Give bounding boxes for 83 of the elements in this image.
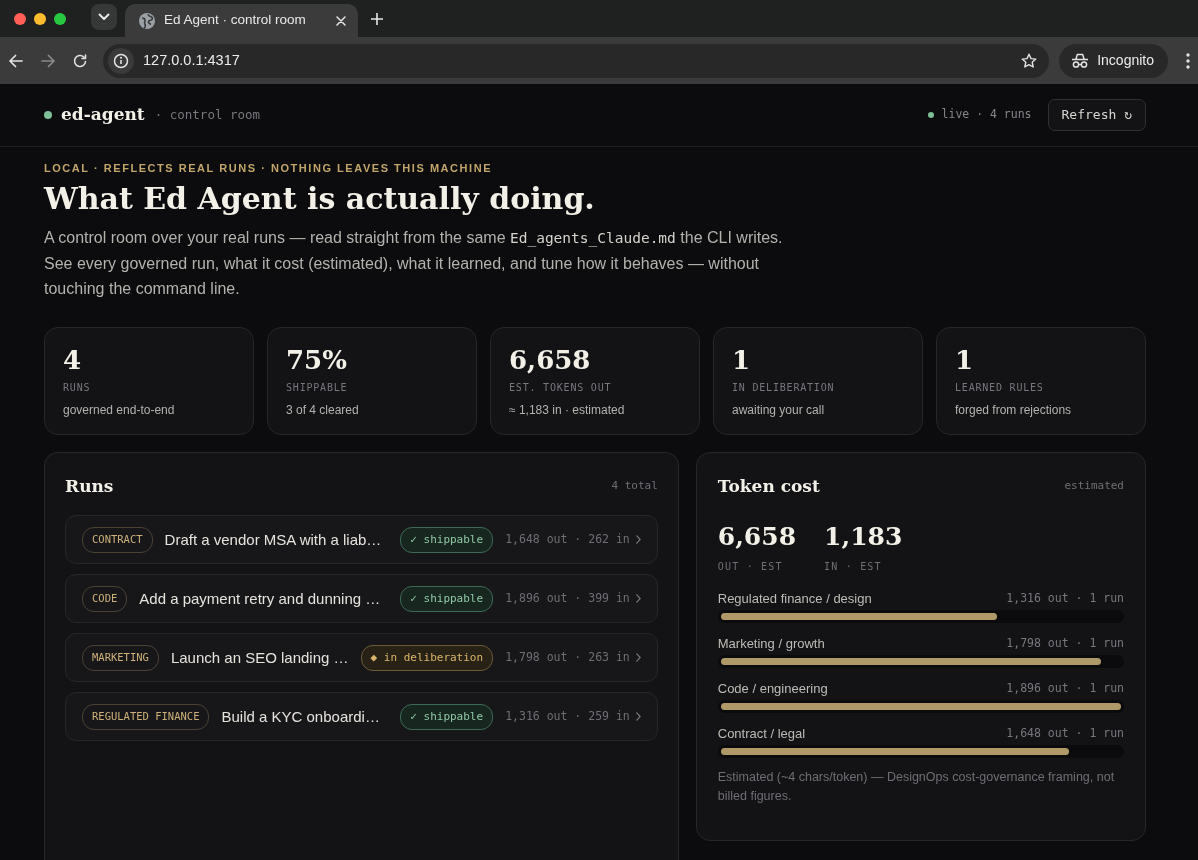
- chevron-right-icon: [635, 653, 641, 663]
- stat-note: 3 of 4 cleared: [286, 402, 360, 420]
- category-reading: 1,896 out · 1 run: [1006, 679, 1124, 697]
- incognito-icon: [1071, 52, 1090, 69]
- info-icon[interactable]: [108, 47, 134, 74]
- tab-list-button[interactable]: [91, 4, 117, 30]
- intro-paragraph: A control room over your real runs — read straight from the same Ed_agents_Claude.md the CLI writes. See every governed run, what it cost (estimated), what it learned, and tune how it behaves — without touching the command line.: [44, 228, 784, 299]
- token-count: 1,648 out · 262 in: [505, 531, 630, 549]
- token-count: 1,896 out · 399 in: [505, 590, 630, 608]
- category-tag: CONTRACT: [82, 527, 153, 553]
- status-pill: ◆ in deliberation: [360, 644, 494, 672]
- back-arrow-icon[interactable]: [9, 53, 23, 68]
- category-name: Contract / legal: [717, 724, 806, 743]
- category-reading: 1,798 out · 1 run: [1006, 634, 1124, 652]
- run-row[interactable]: CONTRACT Draft a vendor MSA with a liab… ✓ shippable 1,648 out · 262 in: [65, 515, 658, 565]
- run-title: Add a payment retry and dunning …: [139, 588, 382, 609]
- category-name: Code / engineering: [717, 679, 828, 698]
- category-tag: CODE: [82, 586, 128, 612]
- chevron-right-icon: [635, 535, 641, 545]
- new-tab-icon[interactable]: [371, 12, 383, 25]
- url-text: 127.0.0.1:4317: [142, 50, 241, 70]
- address-bar[interactable]: 127.0.0.1:4317: [103, 43, 1050, 78]
- run-row[interactable]: MARKETING Launch an SEO landing … ◆ in deliberation 1,798 out · 263 in: [65, 633, 658, 683]
- category-reading: 1,648 out · 1 run: [1006, 724, 1124, 742]
- stat-label: EST. TOKENS OUT: [509, 381, 613, 396]
- run-title: Build a KYC onboardi…: [221, 706, 381, 727]
- stat-label: IN DELIBERATION: [732, 381, 836, 396]
- window-close-icon[interactable]: [14, 12, 26, 25]
- token-count: 1,316 out · 259 in: [505, 708, 630, 726]
- category-name: Regulated finance / design: [717, 589, 872, 608]
- refresh-button[interactable]: Refresh ↻: [1047, 99, 1146, 131]
- stat-note: ≈ 1,183 in · estimated: [509, 402, 626, 420]
- star-icon[interactable]: [1021, 52, 1038, 69]
- category-tag: MARKETING: [82, 645, 159, 671]
- browser-tab[interactable]: Ed Agent · control room: [125, 4, 358, 37]
- run-title: Launch an SEO landing …: [170, 647, 349, 668]
- brand-name: ed-agent: [61, 103, 145, 127]
- run-row[interactable]: REGULATED FINANCE Build a KYC onboardi… ✓ shippable 1,316 out · 259 in: [65, 692, 658, 742]
- status-pill: ✓ shippable: [400, 526, 494, 554]
- run-title: Draft a vendor MSA with a liab…: [164, 529, 383, 550]
- total-value: 6,658: [717, 522, 797, 553]
- stat-label: LEARNED RULES: [955, 381, 1045, 396]
- stat-note: governed end-to-end: [63, 402, 176, 420]
- panel-title: Runs: [65, 476, 114, 497]
- live-dot-icon: [927, 112, 934, 118]
- category-reading: 1,316 out · 1 run: [1006, 589, 1124, 607]
- estimate-note: estimated: [1064, 477, 1124, 494]
- category-tag: REGULATED FINANCE: [82, 704, 210, 730]
- more-menu-icon[interactable]: [1186, 52, 1190, 69]
- total-value: 1,183: [824, 522, 903, 553]
- stat-value: 1: [732, 345, 752, 377]
- stat-note: forged from rejections: [955, 402, 1073, 420]
- incognito-button[interactable]: Incognito: [1059, 43, 1168, 78]
- stat-label: SHIPPABLE: [286, 381, 349, 396]
- stat-value: 4: [63, 345, 83, 377]
- total-label: OUT · EST: [717, 560, 784, 575]
- status-dot-icon: [44, 111, 52, 119]
- category-name: Marketing / growth: [717, 634, 825, 653]
- stat-label: RUNS: [63, 381, 92, 396]
- chevron-right-icon: [635, 712, 641, 722]
- chevron-right-icon: [635, 594, 641, 604]
- globe-icon: [139, 12, 155, 29]
- close-icon[interactable]: [336, 15, 346, 26]
- chevron-down-icon: [98, 13, 110, 21]
- app-subtitle: · control room: [154, 105, 261, 124]
- total-label: IN · EST: [824, 560, 883, 575]
- window-minimize-icon[interactable]: [34, 12, 46, 25]
- page-title: What Ed Agent is actually doing.: [44, 179, 596, 217]
- token-count: 1,798 out · 263 in: [505, 649, 630, 667]
- status-pill: ✓ shippable: [400, 703, 494, 731]
- live-status: live · 4 runs: [941, 106, 1032, 124]
- run-row[interactable]: CODE Add a payment retry and dunning … ✓ shippable 1,896 out · 399 in: [65, 574, 658, 624]
- reload-icon[interactable]: [73, 53, 87, 68]
- stat-value: 6,658: [509, 345, 592, 377]
- stat-note: awaiting your call: [732, 402, 826, 420]
- run-count: 4 total: [611, 477, 658, 494]
- window-zoom-icon[interactable]: [54, 12, 66, 25]
- eyebrow-text: LOCAL · REFLECTS REAL RUNS · NOTHING LEAVES THIS MACHINE: [44, 161, 494, 176]
- panel-title: Token cost: [717, 476, 820, 497]
- stat-value: 75%: [286, 345, 348, 377]
- stat-value: 1: [955, 345, 975, 377]
- status-pill: ✓ shippable: [400, 585, 494, 613]
- footnote-text: Estimated (~4 chars/token) — DesignOps cost-governance framing, not billed figures.: [717, 769, 1116, 806]
